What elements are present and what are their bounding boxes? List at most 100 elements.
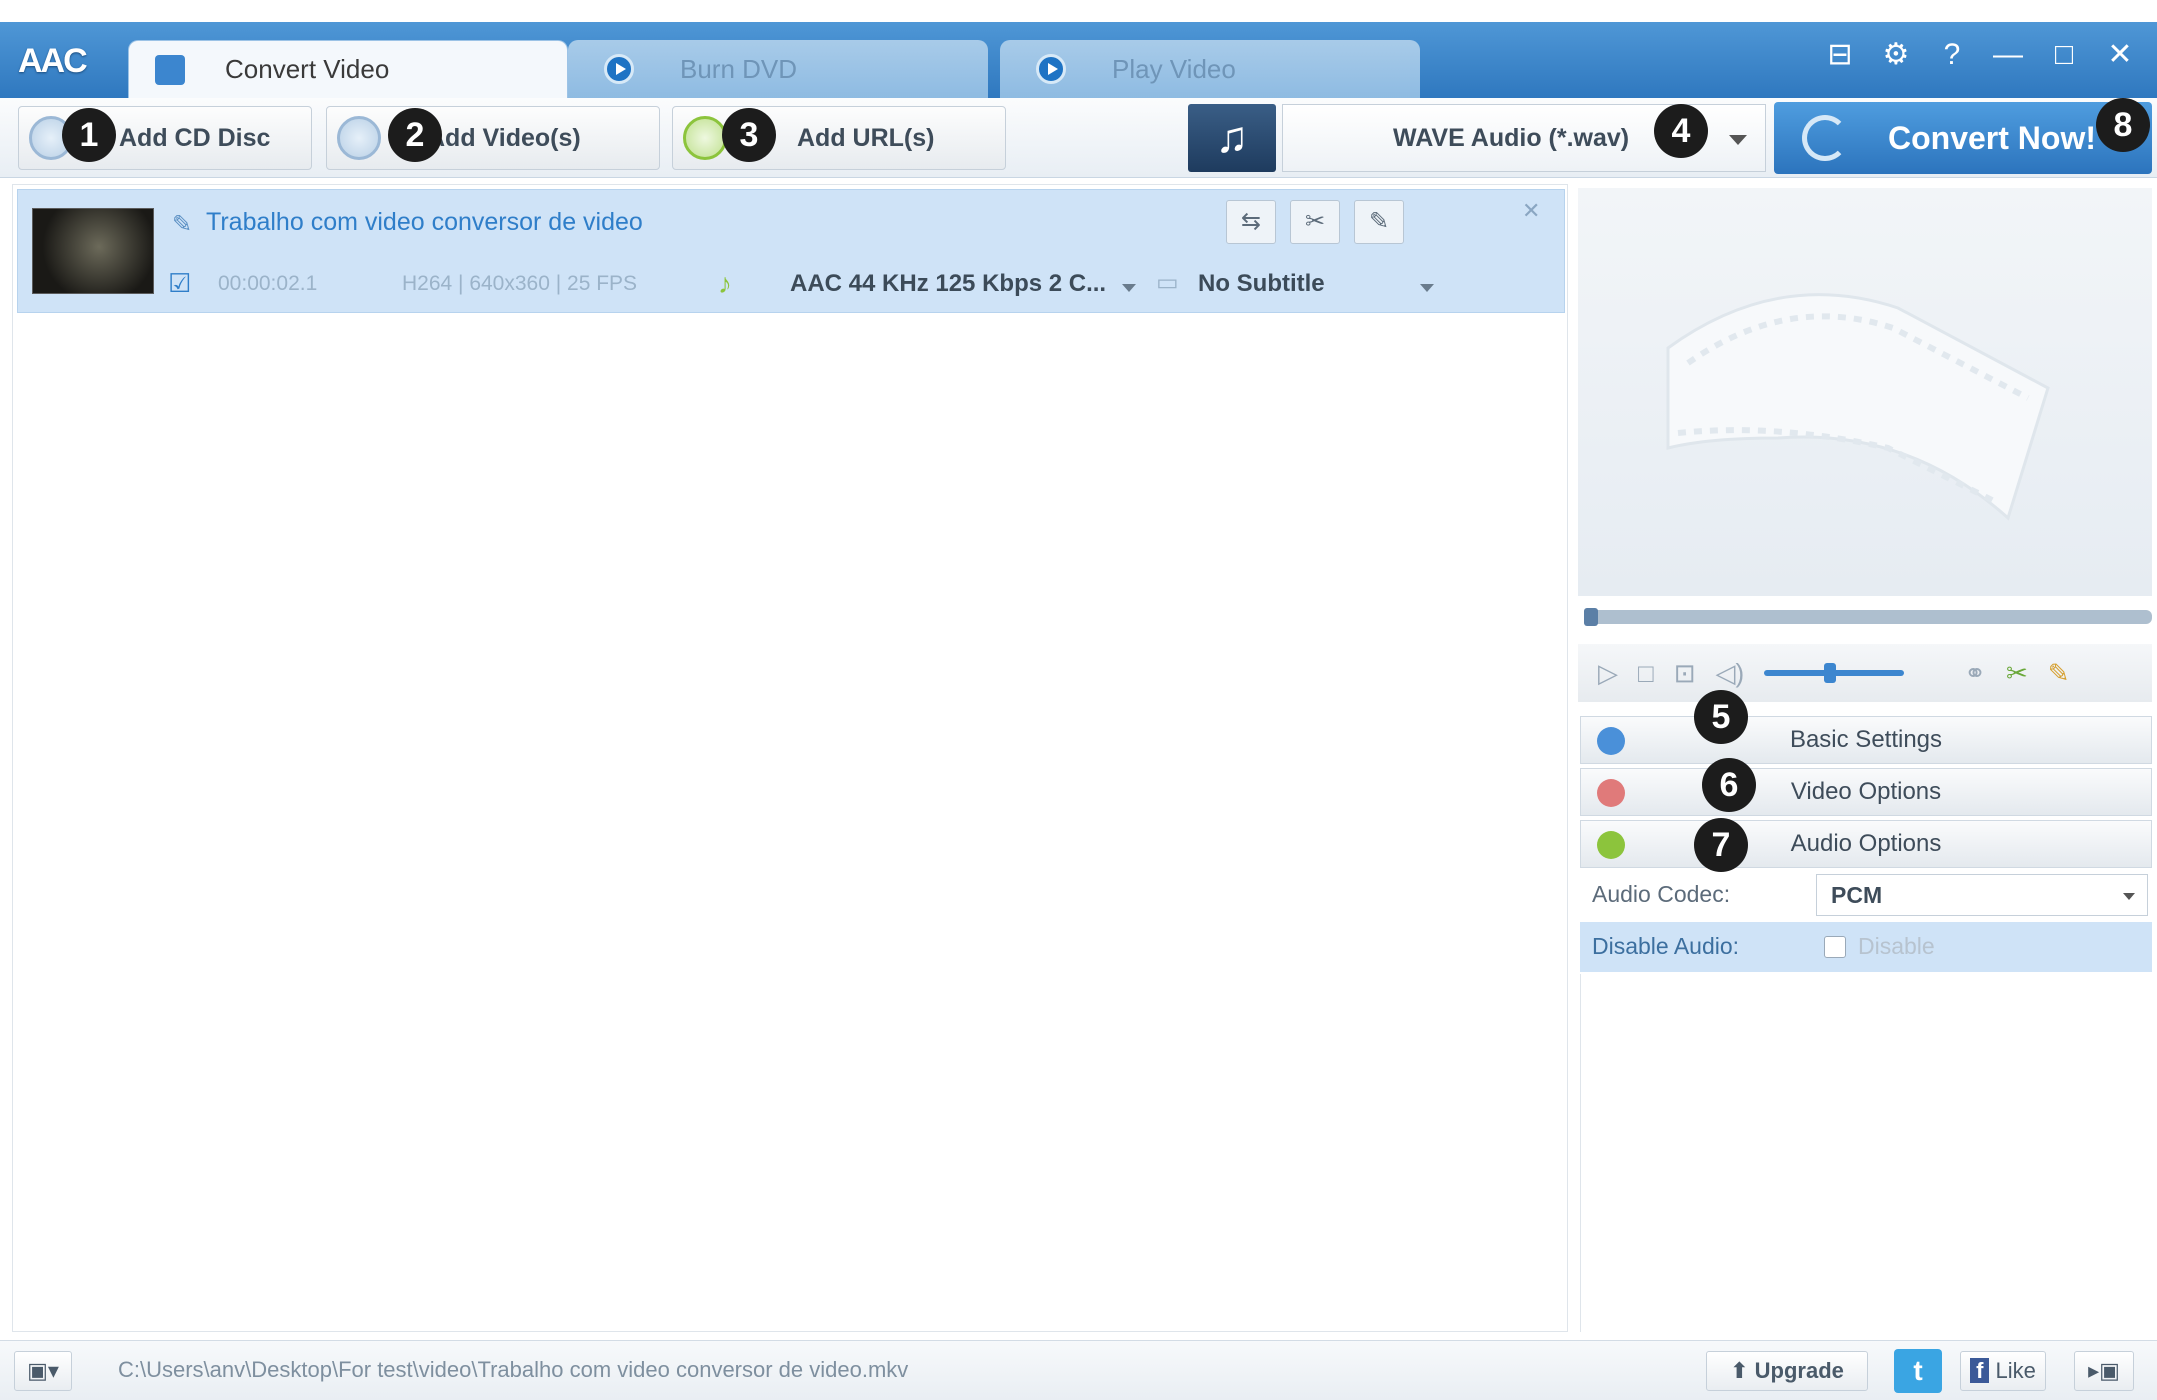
snapshot-icon[interactable]: ⊡ [1674,658,1696,689]
audio-codec-label: Audio Codec: [1592,881,1731,907]
audio-options-header[interactable]: Audio Options [1580,820,2152,868]
facebook-icon: f [1970,1358,1990,1383]
seek-bar[interactable] [1584,608,2152,626]
url-icon [683,116,727,160]
callout-badge: 6 [1702,758,1756,812]
disable-checkbox-label: Disable [1858,933,1935,959]
tab-label: Convert Video [225,54,390,84]
add-video-label: Add Video(s) [427,123,581,152]
status-bar: ▣▾ C:\Users\anv\Desktop\For test\video\T… [0,1340,2157,1400]
close-icon[interactable]: ✕ [1522,198,1540,224]
disable-audio-checkbox[interactable] [1824,936,1846,958]
convert-label: Convert Now! [1888,119,2096,156]
video-preview [1578,188,2152,596]
gear-icon[interactable]: ⚙ [1879,38,1913,72]
tab-convert-video[interactable]: Convert Video [128,40,568,98]
stop-icon[interactable]: □ [1638,658,1654,689]
close-icon[interactable]: ✕ [2103,38,2137,72]
disable-audio-label: Disable Audio: [1592,933,1740,959]
file-list: ✎ Trabalho com video conversor de video … [12,184,1568,1332]
file-duration: 00:00:02.1 [218,272,318,295]
facebook-like-button[interactable]: f Like [1960,1351,2046,1391]
add-url-label: Add URL(s) [797,123,935,152]
layout-toggle-button[interactable]: ▣▾ [14,1351,72,1391]
chevron-down-icon[interactable] [1420,284,1434,292]
merge-button[interactable]: ⇆ [1226,200,1276,244]
window-controls: ⊟ ⚙ ? — □ ✕ [1823,38,2137,72]
video-icon [337,116,381,160]
audio-note-icon: ♪ [718,268,732,299]
convert-icon [155,54,185,85]
section-label: Basic Settings [1789,726,1943,753]
panel-toggle-button[interactable]: ▸▣ [2074,1351,2134,1391]
list-item[interactable]: ✎ Trabalho com video conversor de video … [17,189,1565,313]
play-icon [1036,54,1066,84]
minimize-icon[interactable]: — [1991,38,2025,72]
video-options-header[interactable]: Video Options [1580,768,2152,816]
callout-badge: 2 [388,108,442,162]
output-format-value: WAVE Audio (*.wav) [1393,124,1630,152]
chevron-down-icon [2123,893,2135,900]
video-icon [1597,779,1625,807]
edit-button[interactable]: ✎ [1354,200,1404,244]
subtitle-select[interactable]: No Subtitle [1198,270,1325,298]
link-icon[interactable]: ⚭ [1964,658,1986,689]
app-window: AAC Convert Video Burn DVD Play Video ⊟ … [0,0,2157,1400]
wrench-icon[interactable]: ✎ [2048,658,2070,689]
video-thumbnail [32,208,154,294]
subtitle-icon: ▭ [1156,269,1179,296]
tab-play-video[interactable]: Play Video [1000,40,1420,98]
callout-badge: 4 [1654,104,1708,158]
callout-badge: 7 [1694,818,1748,872]
help-icon[interactable]: ? [1935,38,1969,72]
arrow-up-icon: ⬆ [1730,1358,1755,1383]
cut-button[interactable]: ✂ [1290,200,1340,244]
basic-settings-header[interactable]: Basic Settings [1580,716,2152,764]
callout-badge: 1 [62,108,116,162]
toolbar: Add CD Disc Add Video(s) Add URL(s) ♫ WA… [0,98,2157,178]
chevron-down-icon[interactable] [1122,284,1136,292]
refresh-icon [1802,115,1848,161]
like-label: Like [1995,1358,2036,1383]
volume-slider[interactable] [1764,663,1905,683]
tab-label: Burn DVD [680,53,798,84]
callout-badge: 5 [1694,690,1748,744]
checkbox-icon[interactable]: ☑ [168,268,191,299]
settings-panel-body [1580,974,2152,1332]
volume-icon[interactable]: ◁) [1716,658,1745,689]
callout-badge: 8 [2096,98,2150,152]
film-strip-icon [1666,293,2050,521]
audio-format-icon[interactable]: ♫ [1188,104,1276,172]
play-icon[interactable]: ▷ [1598,658,1618,689]
maximize-icon[interactable]: □ [2047,38,2081,72]
audio-codec-select[interactable]: PCM [1816,874,2148,916]
section-label: Audio Options [1790,830,1942,857]
twitter-icon[interactable]: t [1894,1349,1942,1393]
file-video-info: H264 | 640x360 | 25 FPS [402,272,638,295]
output-path: C:\Users\anv\Desktop\For test\video\Trab… [118,1357,909,1382]
title-bar: AAC Convert Video Burn DVD Play Video ⊟ … [0,22,2157,98]
audio-icon [1597,831,1625,859]
audio-codec-value: PCM [1831,882,1883,908]
crop-icon[interactable]: ✂ [2006,658,2028,689]
audio-codec-row: Audio Codec: PCM [1580,870,2152,920]
chevron-down-icon [1729,135,1747,145]
disable-audio-row: Disable Audio: Disable [1580,922,2152,972]
audio-track-select[interactable]: AAC 44 KHz 125 Kbps 2 C... [790,270,1106,298]
callout-badge: 3 [722,108,776,162]
tab-label: Play Video [1112,53,1236,84]
convert-now-button[interactable]: Convert Now! [1774,102,2152,174]
file-name: Trabalho com video conversor de video [206,208,643,236]
app-logo: AAC [18,42,88,80]
upgrade-button[interactable]: ⬆ Upgrade [1706,1351,1868,1391]
section-label: Video Options [1790,778,1942,805]
player-controls: ▷ □ ⊡ ◁) ⚭ ✂ ✎ [1578,644,2152,702]
settings-icon [1597,727,1625,755]
edit-icon[interactable]: ✎ [172,210,192,239]
add-video-button[interactable]: Add Video(s) [326,106,660,170]
tab-burn-dvd[interactable]: Burn DVD [568,40,988,98]
menu-icon[interactable]: ⊟ [1823,38,1857,72]
disc-icon [604,54,634,84]
upgrade-label: Upgrade [1754,1358,1844,1383]
add-cd-label: Add CD Disc [119,123,271,152]
